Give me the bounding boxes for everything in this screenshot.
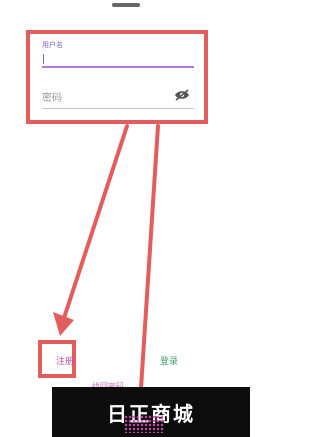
username-field[interactable] [42,66,194,68]
arrow-head-left [53,312,74,336]
username-caret [43,54,44,64]
password-field[interactable]: 密码 [42,89,62,104]
eye-off-icon[interactable] [174,89,190,101]
top-handle [112,3,140,7]
watermark-dots [124,415,164,433]
arrow-shaft-left [62,124,129,320]
arrow-shaft-right [139,124,160,390]
register-button[interactable]: 注册 [56,354,74,367]
username-label: 用户名 [42,41,63,49]
login-button[interactable]: 登录 [160,354,178,367]
password-underline [42,108,194,109]
watermark: 日正商城 [52,387,250,437]
